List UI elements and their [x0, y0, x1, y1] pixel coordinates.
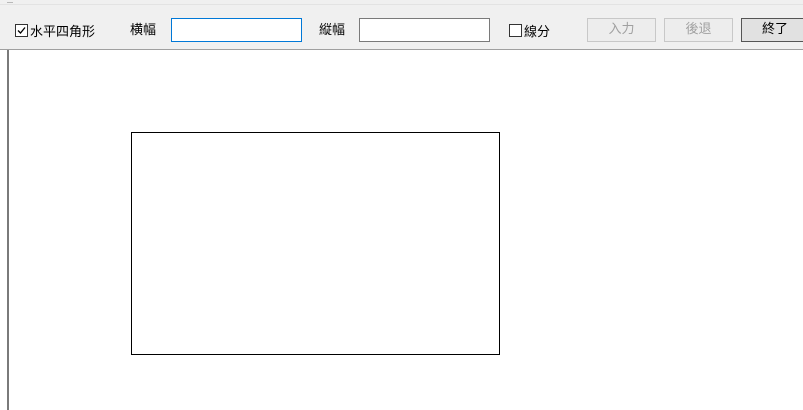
toolbar: 水平四角形 横幅 縦幅 線分 入力 後退 終了: [0, 0, 803, 50]
drawn-rectangle[interactable]: [131, 132, 500, 355]
horizontal-rectangle-checkbox[interactable]: 水平四角形: [15, 21, 96, 40]
window-corner-decoration: [7, 2, 13, 6]
input-button[interactable]: 入力: [587, 18, 656, 42]
canvas-left-border: [7, 50, 9, 410]
height-input[interactable]: [359, 18, 490, 42]
width-input[interactable]: [171, 18, 302, 42]
horizontal-rectangle-label: 水平四角形: [30, 24, 96, 40]
checkbox-box[interactable]: [15, 23, 28, 37]
line-segment-label: 線分: [524, 24, 551, 40]
height-label: 縦幅: [319, 23, 346, 38]
end-button-label: 終了: [762, 22, 789, 37]
width-label: 横幅: [130, 23, 157, 38]
end-button[interactable]: 終了: [741, 18, 803, 42]
back-button[interactable]: 後退: [664, 18, 733, 42]
line-segment-checkbox[interactable]: 線分: [509, 21, 551, 40]
checkbox-box[interactable]: [509, 23, 522, 37]
checkmark-icon: [17, 26, 26, 34]
window-top-border: [0, 4, 803, 5]
